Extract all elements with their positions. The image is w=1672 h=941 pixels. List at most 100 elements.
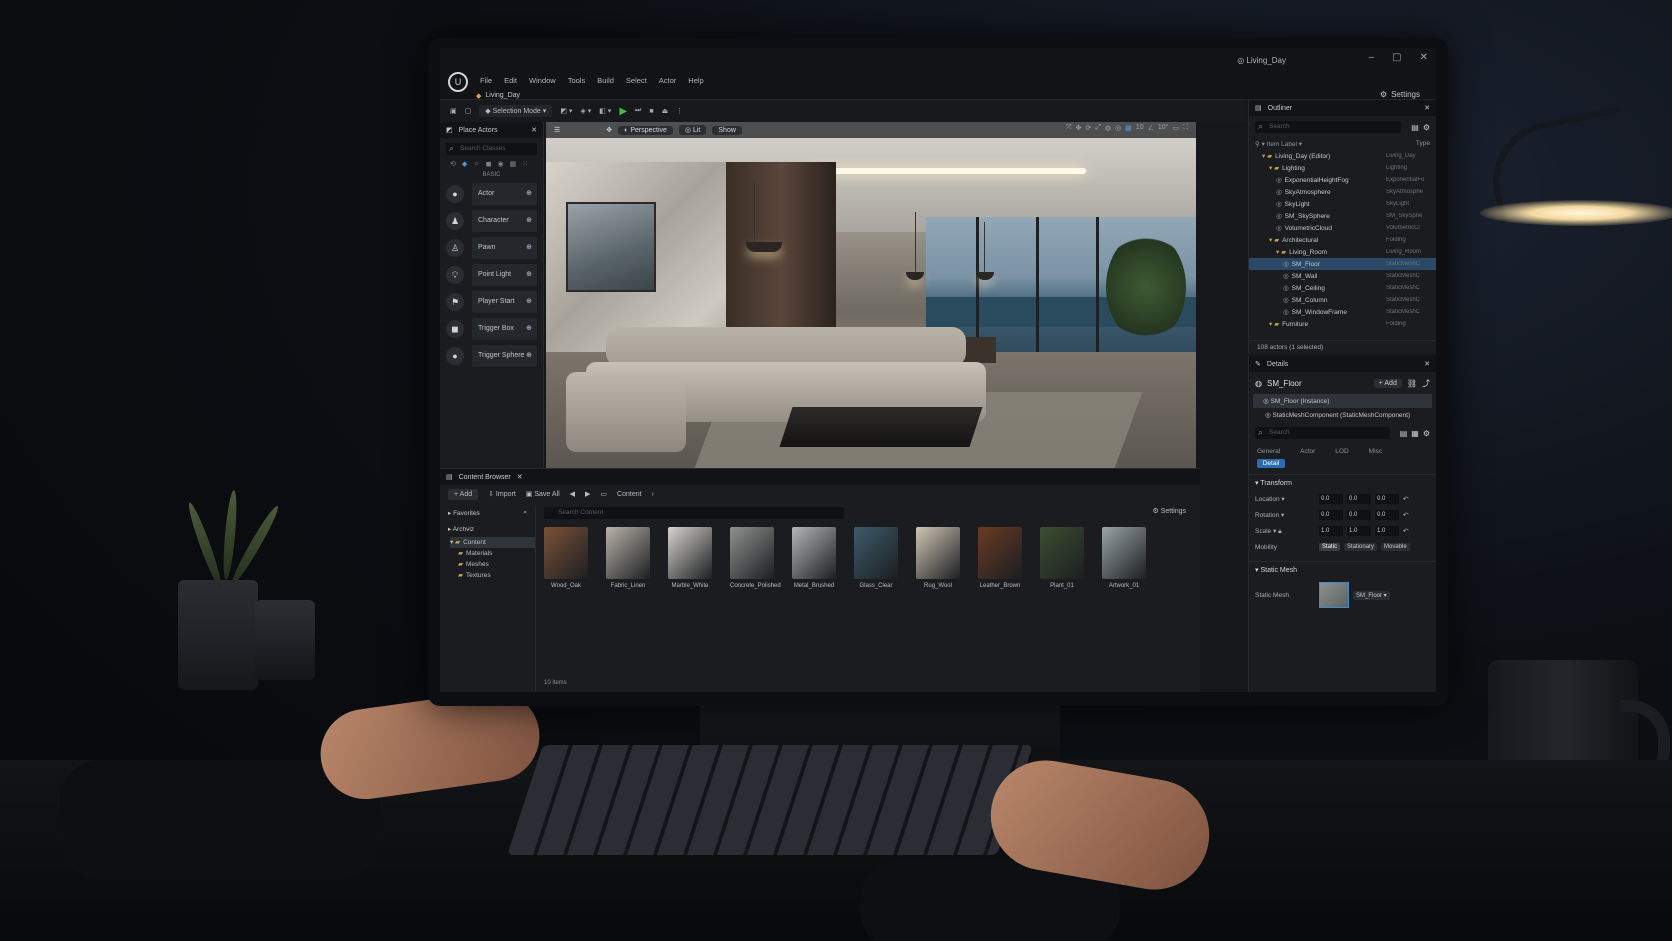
transform-icon[interactable]: ✥: [606, 126, 612, 134]
details-search[interactable]: Search: [1255, 426, 1390, 439]
engine-logo-icon[interactable]: U: [448, 72, 468, 92]
place-actor-item[interactable]: ◼ Trigger Box ⊕: [446, 317, 537, 341]
import-button[interactable]: ⇩ Import: [488, 490, 516, 498]
outliner-row[interactable]: ▾ ▰ Living_Day (Editor) Living_Day: [1249, 150, 1436, 162]
more-icon[interactable]: ⋮: [676, 107, 683, 115]
outliner-row[interactable]: ◎ SM_WindowFrame StaticMeshC: [1249, 306, 1436, 318]
menu-tools[interactable]: Tools: [568, 76, 586, 85]
menu-edit[interactable]: Edit: [504, 76, 517, 85]
selection-mode-dropdown[interactable]: ◆ Selection Mode ▾: [479, 105, 553, 117]
asset-tile[interactable]: Wood_Oak: [544, 527, 588, 589]
content-browser-tab[interactable]: ▤ Content Browser ✕: [440, 469, 1200, 485]
rotation-z[interactable]: 0.0: [1375, 510, 1399, 520]
reset-icon[interactable]: ↶: [1403, 527, 1408, 535]
eject-icon[interactable]: ⏏: [662, 107, 669, 115]
scale-icon[interactable]: ⤢: [1095, 124, 1101, 132]
folder-textures[interactable]: ▰ Textures: [450, 570, 535, 581]
grid-view-icon[interactable]: ▤: [1400, 429, 1408, 438]
close-icon[interactable]: ✕: [1424, 360, 1430, 368]
add-icon[interactable]: ⊕: [526, 318, 532, 340]
path-content[interactable]: Content: [617, 491, 642, 498]
filter-icon[interactable]: ▤: [1411, 123, 1419, 132]
lock-icon[interactable]: 🔒︎: [1278, 528, 1281, 535]
search-icon[interactable]: ⌕: [523, 509, 527, 517]
instance-row[interactable]: ◎ SM_Floor (Instance): [1253, 394, 1432, 408]
type-column[interactable]: Type: [1416, 140, 1430, 148]
level-viewport[interactable]: ☰ ✥ ◐ Perspective ◎ Lit Show ⤧ ✥ ⟳ ⤢ ◍ ◎…: [546, 122, 1196, 468]
rotation-label[interactable]: Rotation ▾: [1255, 511, 1315, 519]
lit-button[interactable]: ◎ Lit: [678, 125, 707, 135]
outliner-row[interactable]: ◎ VolumetricCloud VolumetricCl: [1249, 222, 1436, 234]
close-icon[interactable]: ✕: [517, 473, 523, 481]
details-settings-icon[interactable]: ⚙: [1423, 429, 1430, 438]
basic-icon[interactable]: ◆: [462, 160, 467, 168]
asset-tile[interactable]: Marble_White: [668, 527, 712, 589]
volumes-icon[interactable]: ▦: [510, 160, 517, 168]
mobility-static[interactable]: Static: [1319, 543, 1341, 551]
outliner-row[interactable]: ◎ SM_Column StaticMeshC: [1249, 294, 1436, 306]
rotation-snap-value[interactable]: 10°: [1158, 124, 1169, 132]
asset-tile[interactable]: Fabric_Linen: [606, 527, 650, 589]
asset-tile[interactable]: Metal_Brushed: [792, 527, 836, 589]
asset-tile[interactable]: Glass_Clear: [854, 527, 898, 589]
tab-detail[interactable]: Detail: [1257, 459, 1285, 468]
location-y[interactable]: 0.0: [1347, 494, 1371, 504]
share-icon[interactable]: ⤴: [1422, 378, 1430, 389]
location-z[interactable]: 0.0: [1375, 494, 1399, 504]
tab-actor[interactable]: Actor: [1300, 448, 1315, 455]
static-mesh-section[interactable]: ▾ Static Mesh: [1249, 561, 1436, 578]
maximize-viewport-icon[interactable]: ⛶: [1183, 124, 1188, 132]
forward-icon[interactable]: ▶: [585, 490, 590, 498]
place-actors-search[interactable]: Search Classes: [446, 142, 537, 155]
menu-file[interactable]: File: [480, 76, 492, 85]
add-icon[interactable]: ⊕: [526, 264, 532, 286]
rotation-y[interactable]: 0.0: [1347, 510, 1371, 520]
rotate-icon[interactable]: ⟳: [1085, 124, 1091, 132]
menu-actor[interactable]: Actor: [659, 76, 677, 85]
all-classes-icon[interactable]: ⁙: [522, 160, 528, 168]
outliner-row[interactable]: ▾ ▰ Architectural Folding: [1249, 234, 1436, 246]
visual-icon[interactable]: ◉: [498, 160, 504, 168]
back-icon[interactable]: ◀: [570, 490, 575, 498]
menu-build[interactable]: Build: [597, 76, 614, 85]
details-tab[interactable]: ✎ Details ✕: [1249, 356, 1436, 372]
tab-lod[interactable]: LOD: [1335, 448, 1348, 455]
outliner-row[interactable]: ▾ ▰ Living_Room Living_Room: [1249, 246, 1436, 258]
location-label[interactable]: Location ▾: [1255, 495, 1315, 503]
folder-meshes[interactable]: ▰ Meshes: [450, 559, 535, 570]
outliner-row[interactable]: ◎ SkyLight SkyLight: [1249, 198, 1436, 210]
location-x[interactable]: 0.0: [1319, 494, 1343, 504]
blueprint-icon[interactable]: ◈ ▾: [580, 107, 591, 115]
shapes-icon[interactable]: ◼: [486, 160, 492, 168]
add-component-button[interactable]: + Add: [1373, 378, 1402, 388]
save-icon[interactable]: ▣: [450, 107, 457, 115]
mobility-movable[interactable]: Movable: [1381, 543, 1410, 551]
rotation-snap-icon[interactable]: ∠: [1148, 124, 1154, 132]
lights-icon[interactable]: ☼: [473, 160, 479, 168]
menu-window[interactable]: Window: [529, 76, 556, 85]
browse-icon[interactable]: ▢: [465, 107, 472, 115]
outliner-row[interactable]: ▾ ▰ Lighting Lighting: [1249, 162, 1436, 174]
outliner-row[interactable]: ◎ SkyAtmosphere SkyAtmosphe: [1249, 186, 1436, 198]
select-icon[interactable]: ⤧: [1066, 124, 1072, 132]
perspective-button[interactable]: ◐ Perspective: [618, 125, 673, 135]
transform-section[interactable]: ▾ Transform: [1249, 474, 1436, 491]
folder-content[interactable]: ▾ ▰ Content: [450, 537, 535, 548]
save-all-button[interactable]: ▣ Save All: [526, 490, 560, 498]
place-actor-item[interactable]: ♟ Character ⊕: [446, 209, 537, 233]
add-button[interactable]: + Add: [448, 488, 479, 500]
grid-snap-icon[interactable]: ▦: [1125, 124, 1132, 132]
lock-icon[interactable]: ▦: [1411, 429, 1419, 438]
outliner-row[interactable]: ◎ SM_Floor StaticMeshC: [1249, 258, 1436, 270]
asset-tile[interactable]: Leather_Brown: [978, 527, 1022, 589]
outliner-tab[interactable]: ▤ Outliner ✕: [1249, 100, 1436, 116]
outliner-search[interactable]: Search: [1255, 120, 1402, 133]
item-label-column[interactable]: ⚲ ▾ Item Label ▾: [1255, 140, 1302, 148]
archviz-section[interactable]: ▸ Archviz: [440, 521, 535, 537]
add-content-icon[interactable]: ◩ ▾: [560, 107, 572, 115]
show-button[interactable]: Show: [712, 125, 742, 135]
stop-icon[interactable]: ■: [649, 108, 653, 115]
menu-select[interactable]: Select: [626, 76, 647, 85]
outliner-row[interactable]: ◎ ExponentialHeightFog ExponentialFo: [1249, 174, 1436, 186]
asset-tile[interactable]: Artwork_01: [1102, 527, 1146, 589]
